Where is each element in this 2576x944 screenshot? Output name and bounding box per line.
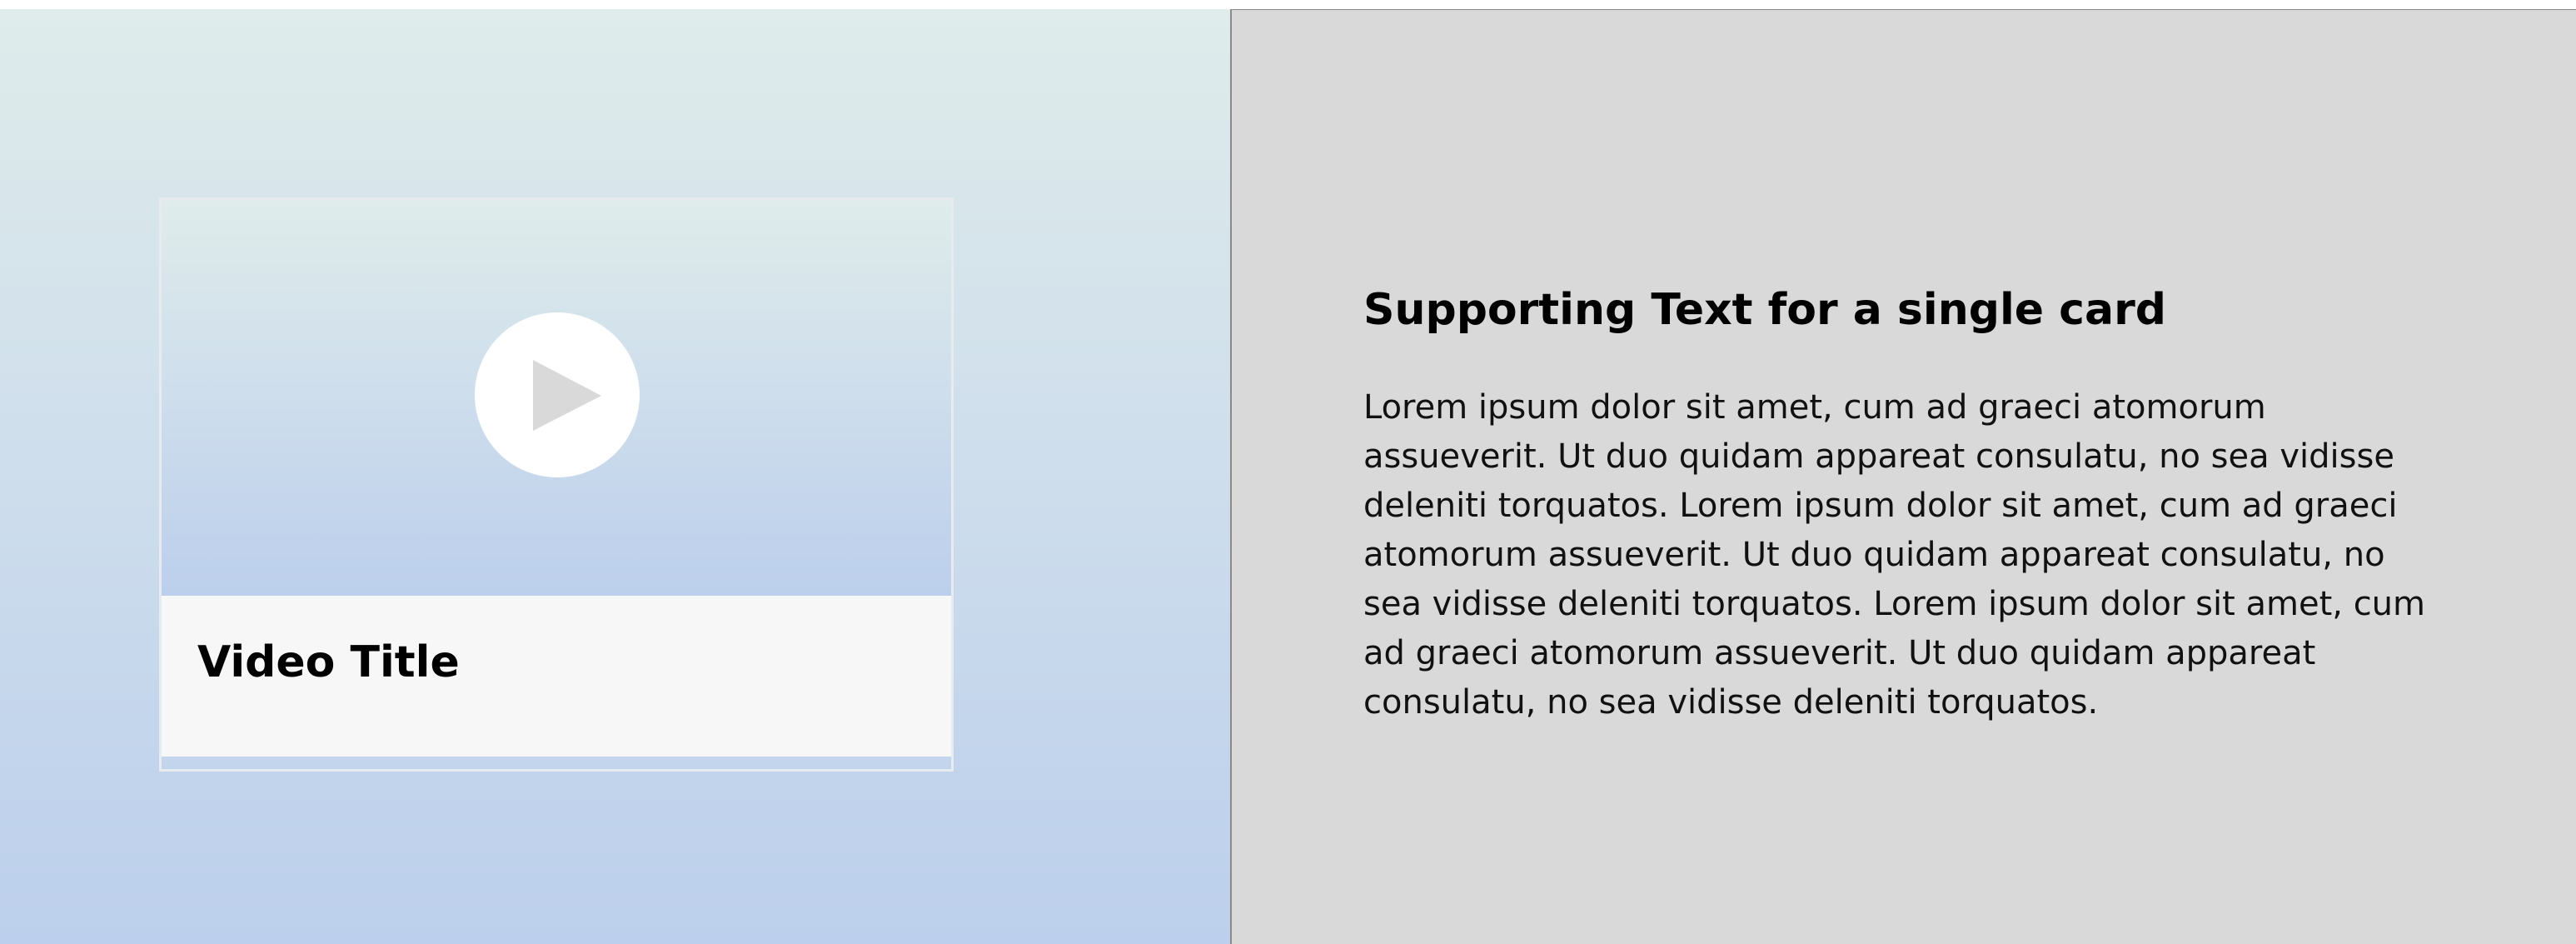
media-panel: Video Title	[0, 9, 1230, 944]
supporting-text-body: Lorem ipsum dolor sit amet, cum ad graec…	[1363, 388, 2425, 722]
play-icon	[533, 360, 601, 431]
video-caption: Video Title	[162, 596, 951, 757]
video-thumbnail[interactable]	[162, 200, 951, 596]
supporting-text-heading: Supporting Text for a single card	[1363, 285, 2166, 335]
play-button[interactable]	[475, 312, 640, 477]
top-strip	[0, 0, 2576, 9]
supporting-text-panel: Supporting Text for a single card Lorem …	[1230, 9, 2576, 944]
video-card[interactable]: Video Title	[162, 200, 951, 769]
video-title: Video Title	[197, 637, 460, 687]
